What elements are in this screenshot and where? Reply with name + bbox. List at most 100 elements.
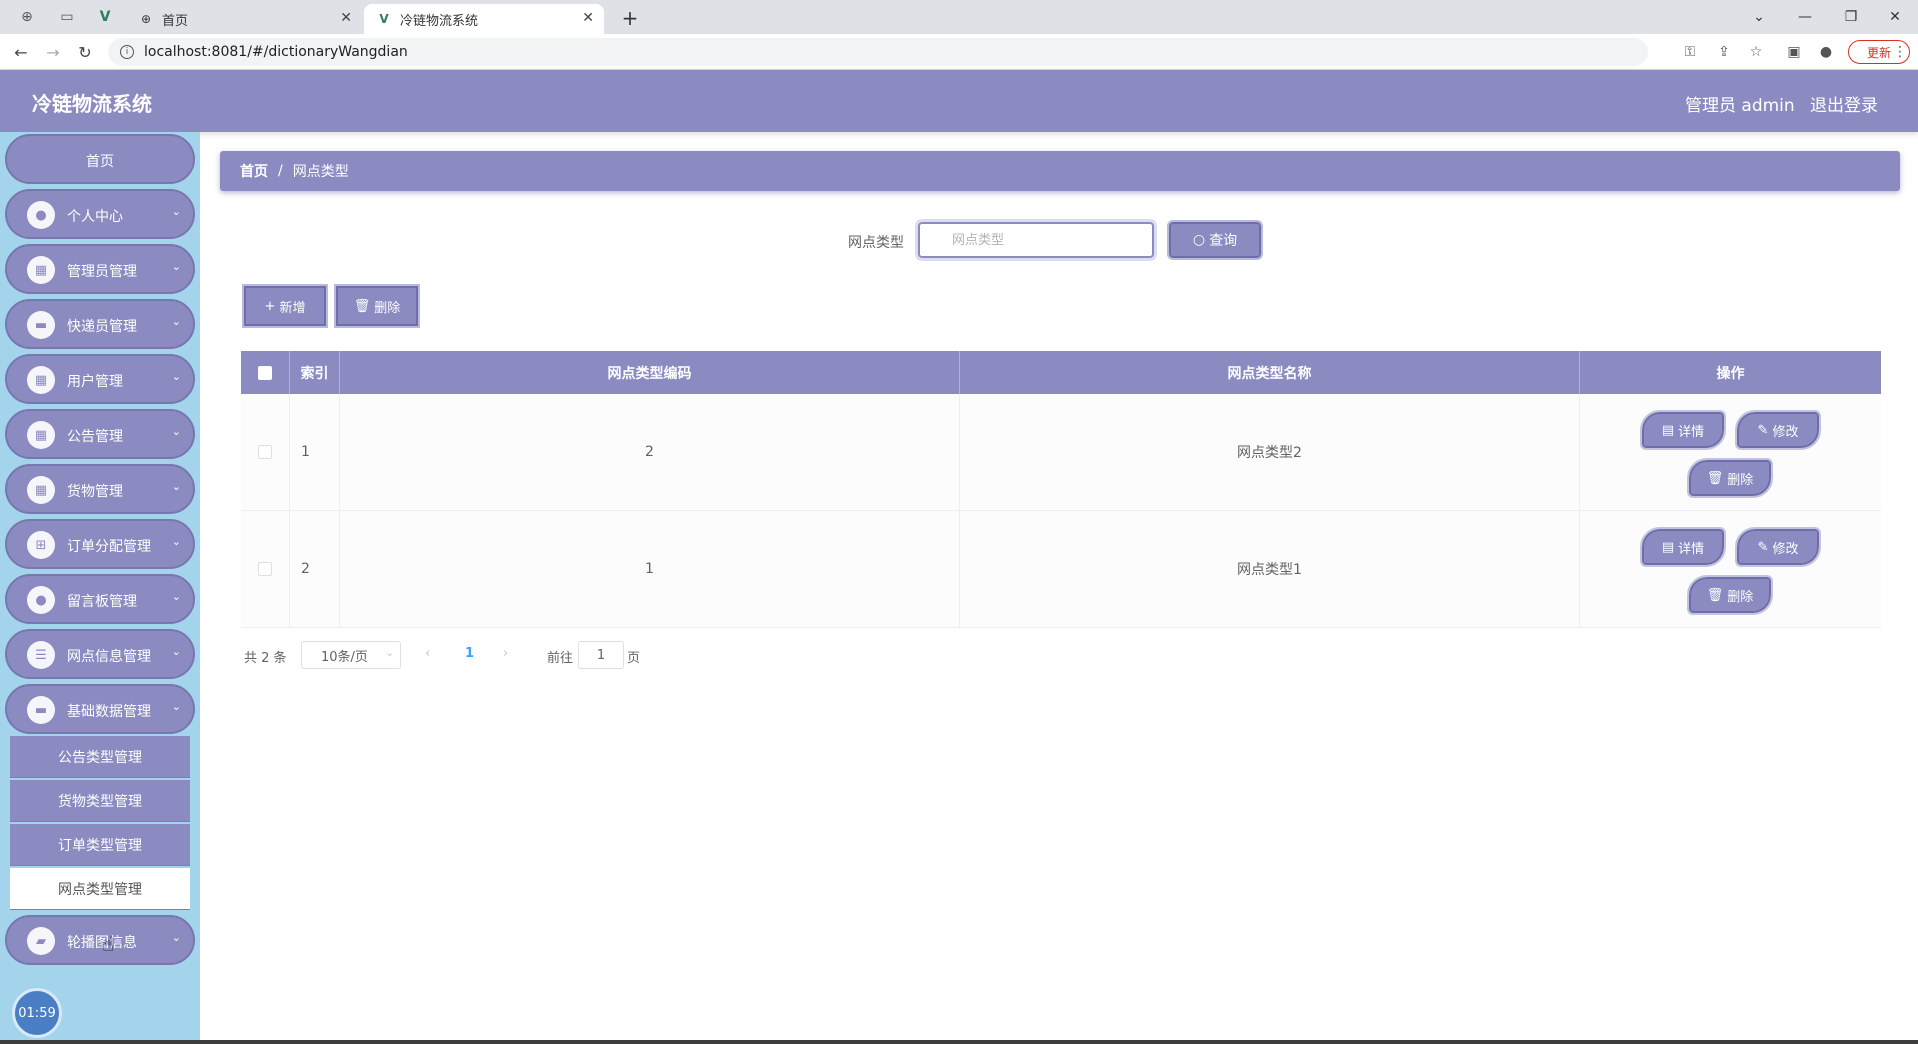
submenu-item-notice-types[interactable]: 公告类型管理 (10, 736, 190, 778)
row-select-cell (241, 511, 290, 627)
add-button[interactable]: + 新增 (242, 284, 328, 328)
detail-label: 详情 (1678, 424, 1705, 440)
window-close-icon[interactable]: ✕ (1872, 0, 1918, 34)
breadcrumb-separator: / (278, 163, 283, 179)
table-row: 2 1 网点类型1 ▤ 详情 ✎ 修改 🗑 删除 (241, 511, 1881, 628)
row-checkbox[interactable] (258, 445, 272, 459)
grid-icon: ▦ (27, 421, 55, 449)
close-icon[interactable]: ✕ (340, 10, 352, 26)
add-button-label: 新增 (279, 300, 306, 316)
submenu-item-outlet-types[interactable]: 网点类型管理 (10, 868, 190, 910)
sidepanel-icon[interactable]: ▣ (1784, 42, 1804, 62)
sidebar-item-outlets[interactable]: ☰ 网点信息管理 ⌄ (5, 629, 195, 679)
url-text: localhost:8081/#/dictionaryWangdian (144, 44, 408, 60)
next-page-icon[interactable]: › (503, 646, 508, 661)
share-icon[interactable]: ⇪ (1714, 42, 1734, 62)
sidebar-item-label: 公告管理 (67, 429, 123, 445)
sidebar-item-couriers[interactable]: ▬ 快递员管理 ⌄ (5, 299, 195, 349)
monitor-icon: ▬ (27, 311, 55, 339)
chevron-down-icon: ⌄ (171, 700, 181, 713)
tab-title: 冷链物流系统 (400, 13, 479, 29)
sidebar-item-basic-data[interactable]: ▬ 基础数据管理 ⌄ (5, 684, 195, 734)
browser-tab-home[interactable]: ⊕ 首页 ✕ (126, 4, 362, 34)
chevron-down-icon: ⌄ (171, 425, 181, 438)
sidebar: 首页 ● 个人中心 ⌄ ▦ 管理员管理 ⌄ ▬ 快递员管理 ⌄ ▦ 用户管理 ⌄… (0, 132, 200, 1044)
sidebar-item-profile[interactable]: ● 个人中心 ⌄ (5, 189, 195, 239)
column-header: 网点类型编码 (340, 351, 960, 394)
sidebar-item-label: 货物管理 (67, 484, 123, 500)
grid-icon: ▦ (27, 476, 55, 504)
chevron-down-icon: ⌄ (171, 315, 181, 328)
current-user-label: 管理员 admin (1685, 96, 1795, 116)
sidebar-item-orders[interactable]: ⊞ 订单分配管理 ⌄ (5, 519, 195, 569)
sidebar-item-goods[interactable]: ▦ 货物管理 ⌄ (5, 464, 195, 514)
breadcrumb: 首页 / 网点类型 (220, 151, 1900, 191)
page-number-current[interactable]: 1 (465, 646, 474, 661)
app-header: 冷链物流系统 管理员 admin 退出登录 (0, 70, 1918, 132)
detail-button[interactable]: ▤ 详情 (1640, 527, 1726, 567)
document-icon: ▤ (1661, 422, 1675, 438)
page-size-select[interactable]: 10条/页 ⌄ (301, 641, 401, 669)
profile-icon[interactable]: ● (1816, 42, 1836, 62)
tab-search-chevron-icon[interactable]: ⌄ (1736, 0, 1782, 34)
close-icon[interactable]: ✕ (582, 10, 594, 26)
bottom-strip (0, 1040, 1918, 1044)
submenu-item-goods-types[interactable]: 货物类型管理 (10, 780, 190, 822)
browser-address-bar: ← → ↻ i localhost:8081/#/dictionaryWangd… (0, 34, 1918, 70)
code-cell: 2 (340, 394, 960, 510)
query-button[interactable]: ○ 查询 (1167, 220, 1263, 260)
forward-arrow-icon[interactable]: → (40, 39, 66, 65)
search-label: 网点类型 (848, 235, 904, 251)
tab-blank-icon[interactable]: ▭ (54, 5, 80, 29)
vue-tab-icon[interactable]: V (92, 5, 118, 29)
chevron-down-icon: ⌄ (171, 590, 181, 603)
search-input[interactable] (915, 219, 1157, 261)
prev-page-icon[interactable]: ‹ (425, 646, 430, 661)
breadcrumb-home[interactable]: 首页 (240, 161, 268, 181)
clock-badge[interactable]: 01:59 (12, 988, 62, 1038)
batch-delete-button[interactable]: 🗑 删除 (334, 284, 420, 328)
minimize-icon[interactable]: — (1782, 0, 1828, 34)
edit-label: 修改 (1772, 424, 1799, 440)
edit-button[interactable]: ✎ 修改 (1735, 527, 1821, 567)
sidebar-item-label: 订单分配管理 (67, 539, 151, 555)
tab-title: 首页 (162, 13, 189, 29)
page-unit-label: 页 (627, 651, 641, 666)
more-menu-icon[interactable]: ⋮ (1890, 42, 1910, 62)
select-all-checkbox[interactable] (258, 365, 272, 380)
index-cell: 1 (290, 394, 340, 510)
column-header: 索引 (290, 351, 340, 394)
reload-icon[interactable]: ↻ (72, 39, 98, 65)
tab-favicon-icon[interactable]: ⊕ (14, 5, 40, 29)
sidebar-item-users[interactable]: ▦ 用户管理 ⌄ (5, 354, 195, 404)
row-delete-button[interactable]: 🗑 删除 (1687, 575, 1773, 615)
sidebar-item-home[interactable]: 首页 (5, 134, 195, 184)
document-icon: ▤ (1661, 539, 1675, 555)
sidebar-item-messages[interactable]: ● 留言板管理 ⌄ (5, 574, 195, 624)
sliders-icon: ☰ (27, 641, 55, 669)
restore-icon[interactable]: ❐ (1828, 0, 1874, 34)
url-field[interactable]: i localhost:8081/#/dictionaryWangdian (108, 38, 1648, 66)
grid-icon: ▦ (27, 256, 55, 284)
site-info-icon[interactable]: i (120, 45, 134, 59)
goto-page-input[interactable] (578, 641, 624, 669)
submenu-item-order-types[interactable]: 订单类型管理 (10, 824, 190, 866)
key-icon[interactable]: ⚿ (1680, 42, 1700, 62)
row-delete-button[interactable]: 🗑 删除 (1687, 458, 1773, 498)
detail-button[interactable]: ▤ 详情 (1640, 410, 1726, 450)
logout-link[interactable]: 退出登录 (1810, 91, 1878, 116)
briefcase-icon: ▰ (27, 927, 55, 955)
new-tab-plus-icon[interactable]: + (616, 4, 644, 32)
browser-tab-active[interactable]: V 冷链物流系统 ✕ (364, 4, 604, 34)
sidebar-item-carousel[interactable]: ▰ 轮播图信息 ⌄ (5, 915, 195, 965)
edit-button[interactable]: ✎ 修改 (1735, 410, 1821, 450)
column-header: 网点类型名称 (960, 351, 1580, 394)
person-icon: ● (27, 586, 55, 614)
row-checkbox[interactable] (258, 562, 272, 576)
star-icon[interactable]: ☆ (1746, 42, 1766, 62)
back-arrow-icon[interactable]: ← (8, 39, 34, 65)
trash-icon: 🗑 (353, 298, 371, 314)
breadcrumb-current: 网点类型 (292, 164, 349, 180)
sidebar-item-admins[interactable]: ▦ 管理员管理 ⌄ (5, 244, 195, 294)
sidebar-item-notices[interactable]: ▦ 公告管理 ⌄ (5, 409, 195, 459)
